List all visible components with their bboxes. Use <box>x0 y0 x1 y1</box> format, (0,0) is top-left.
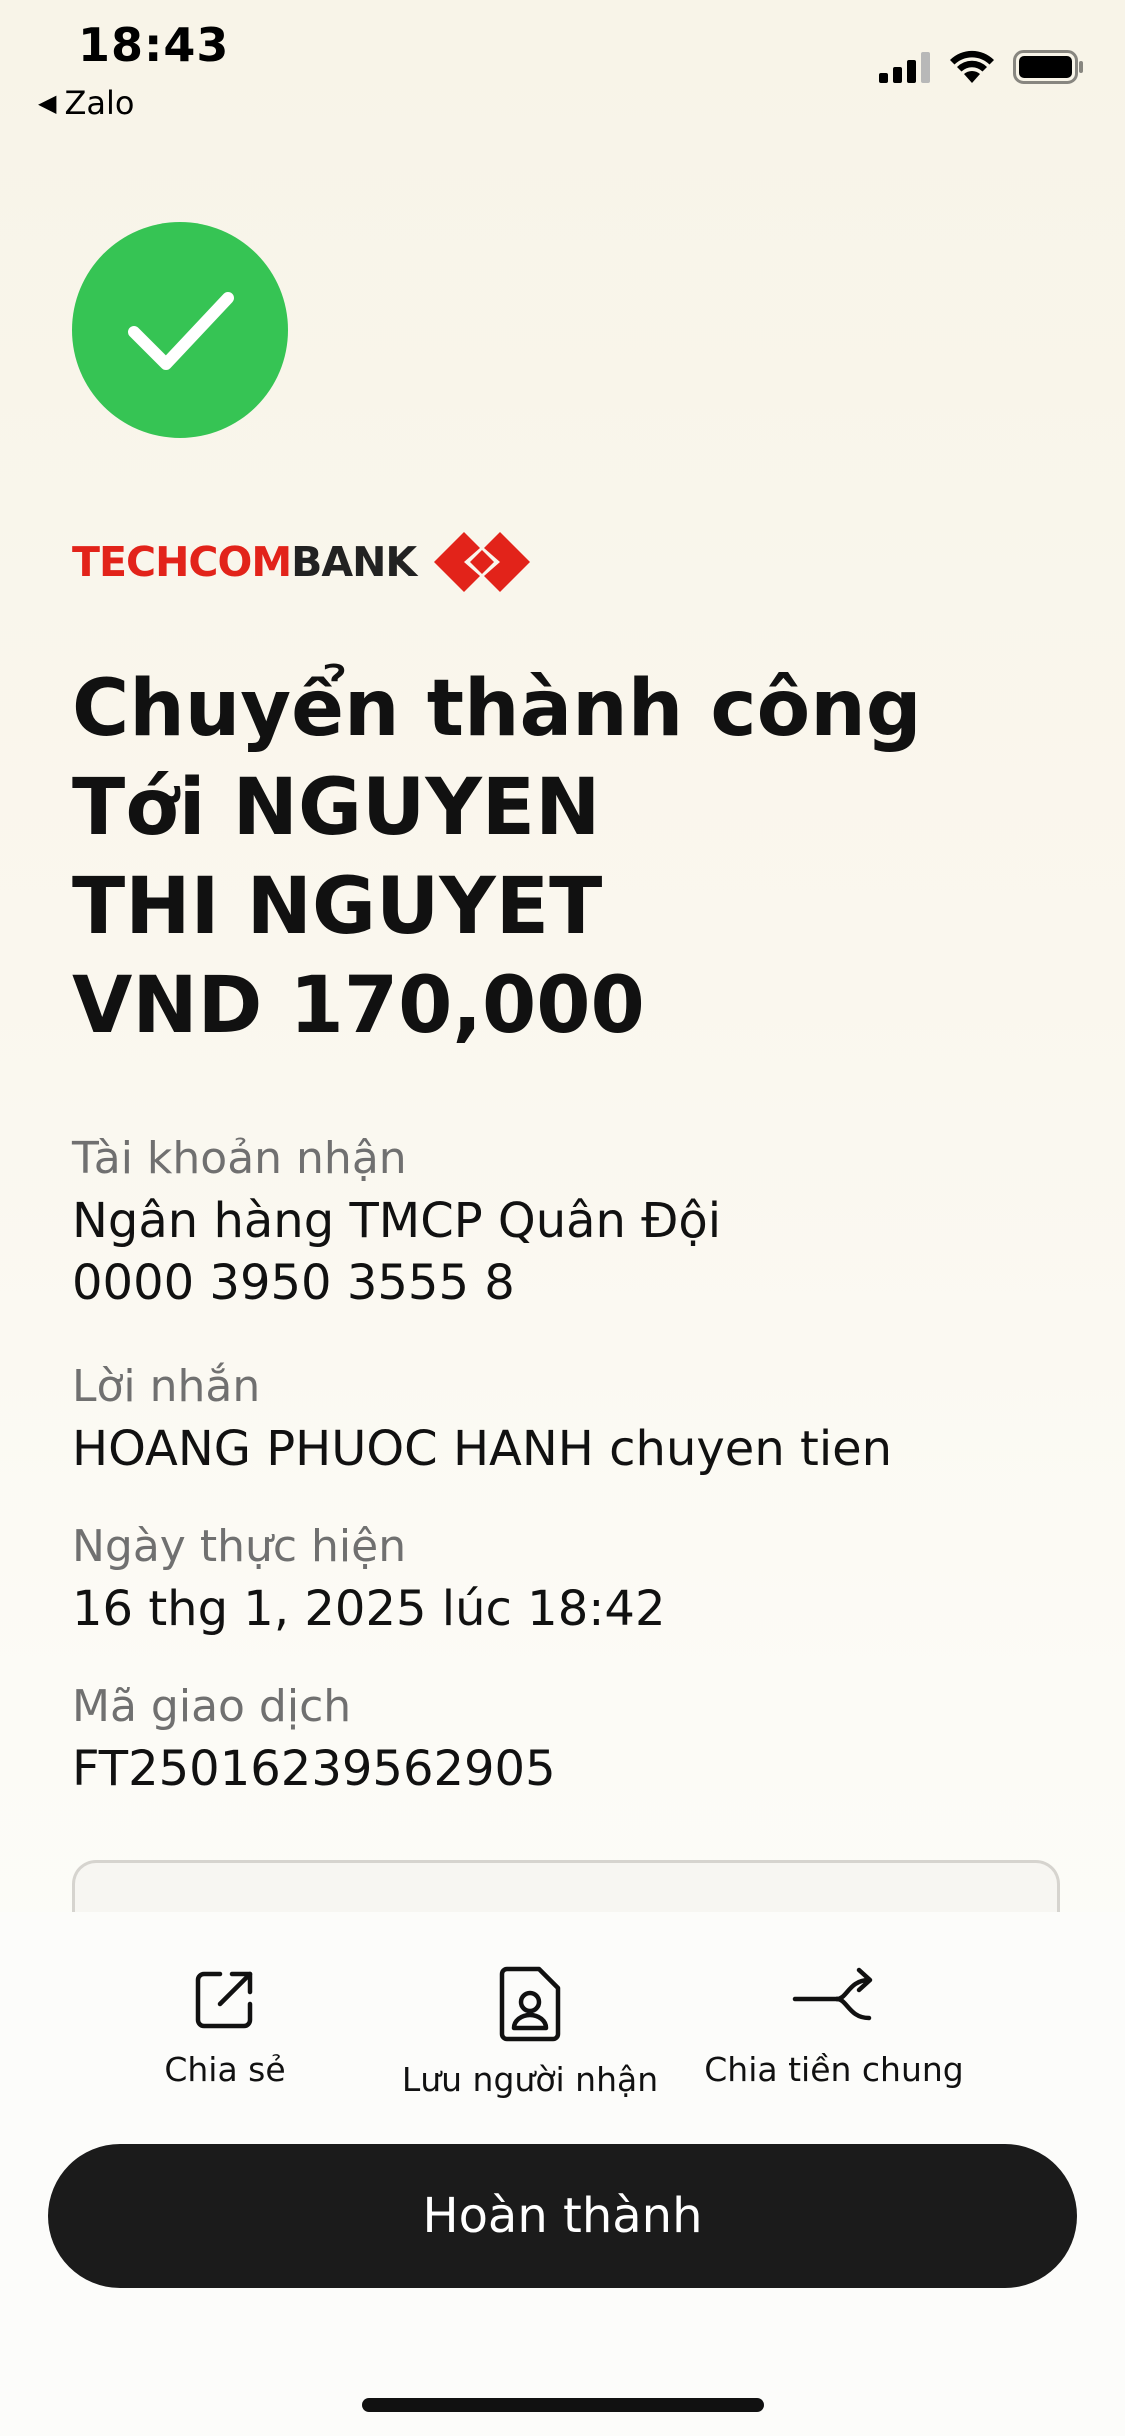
date-value: 16 thg 1, 2025 lúc 18:42 <box>72 1581 666 1637</box>
share-action[interactable]: Chia sẻ <box>150 1966 300 2089</box>
status-time: 18:43 <box>78 18 230 72</box>
battery-icon <box>1013 50 1083 84</box>
headline-line-3: THI NGUYET <box>72 862 603 952</box>
done-button[interactable]: Hoàn thành <box>48 2144 1077 2288</box>
transfer-success-headline: Chuyển thành công Tới NGUYEN THI NGUYET … <box>72 660 972 1056</box>
transaction-id-section: Mã giao dịch FT25016239562905 <box>72 1676 1052 1800</box>
save-recipient-label: Lưu người nhận <box>401 2060 659 2099</box>
status-icons <box>879 50 1085 84</box>
split-bill-label: Chia tiền chung <box>704 2050 964 2089</box>
share-label: Chia sẻ <box>164 2050 286 2089</box>
receiving-bank-name: Ngân hàng TMCP Quân Đội <box>72 1193 722 1249</box>
message-value: HOANG PHUOC HANH chuyen tien <box>72 1421 893 1477</box>
receiving-account-label: Tài khoản nhận <box>72 1133 407 1184</box>
message-section: Lời nhắn HOANG PHUOC HANH chuyen tien <box>72 1356 1052 1480</box>
headline-amount: VND 170,000 <box>72 961 645 1051</box>
date-label: Ngày thực hiện <box>72 1521 407 1572</box>
split-arrow-icon <box>792 1967 873 2021</box>
receiving-account-number: 0000 3950 3555 8 <box>72 1255 515 1311</box>
message-label: Lời nhắn <box>72 1361 261 1412</box>
headline-line-1: Chuyển thành công <box>72 664 922 754</box>
save-recipient-action[interactable]: Lưu người nhận <box>400 1966 660 2099</box>
share-icon <box>195 1971 253 2029</box>
techcombank-logo: TECHCOMBANK <box>72 530 531 594</box>
home-indicator[interactable] <box>362 2398 764 2412</box>
wifi-icon <box>950 50 994 83</box>
date-section: Ngày thực hiện 16 thg 1, 2025 lúc 18:42 <box>72 1516 1052 1640</box>
back-app-label: Zalo <box>64 84 135 122</box>
headline-line-2: Tới NGUYEN <box>72 763 601 853</box>
contact-card-icon <box>499 1966 561 2042</box>
cellular-signal-icon <box>879 52 930 83</box>
bank-diamond-icon <box>434 532 531 592</box>
transaction-details: Tài khoản nhận Ngân hàng TMCP Quân Đội 0… <box>72 1128 1052 1842</box>
transaction-id-label: Mã giao dịch <box>72 1681 352 1732</box>
bank-name-dark: BANK <box>291 538 417 586</box>
back-triangle-icon: ◀ <box>38 89 57 117</box>
checkmark-icon <box>128 292 234 370</box>
bank-name-wordmark: TECHCOMBANK <box>72 538 417 586</box>
split-bill-action[interactable]: Chia tiền chung <box>702 1966 966 2089</box>
receiving-account-section: Tài khoản nhận Ngân hàng TMCP Quân Đội 0… <box>72 1128 1052 1314</box>
back-to-app-link[interactable]: ◀ Zalo <box>38 84 134 122</box>
bank-name-red: TECHCOM <box>72 538 292 586</box>
transaction-id-value: FT25016239562905 <box>72 1741 556 1797</box>
success-circle <box>72 222 288 438</box>
